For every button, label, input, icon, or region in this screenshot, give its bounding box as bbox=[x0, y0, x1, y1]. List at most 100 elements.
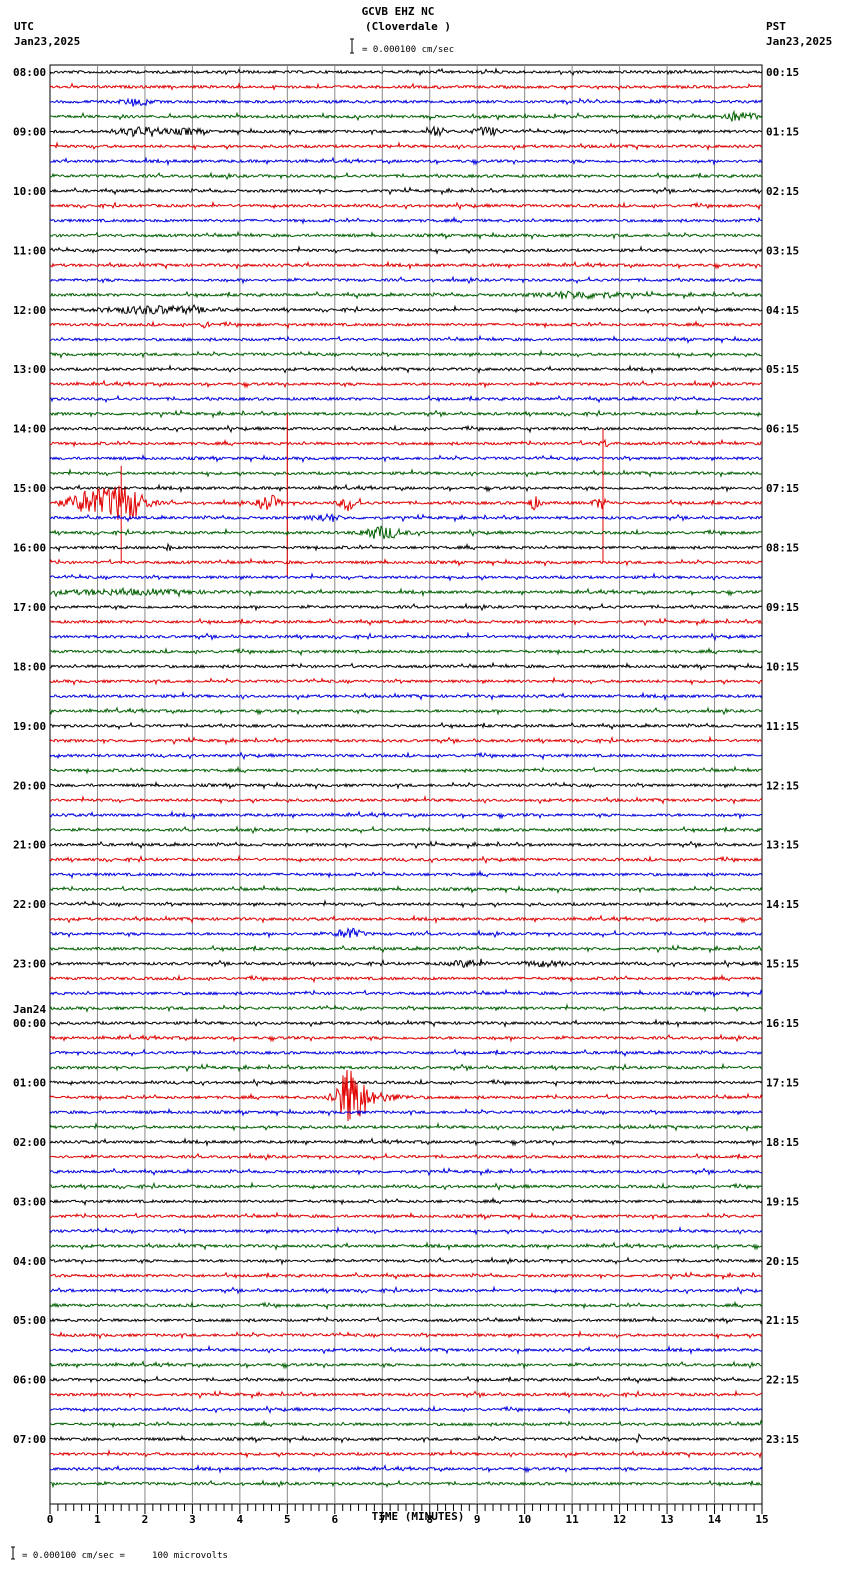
seismic-trace bbox=[49, 1241, 763, 1251]
utc-hour-label: 19:00 bbox=[13, 720, 46, 733]
utc-hour-label: 16:00 bbox=[13, 542, 46, 555]
utc-hour-label: 02:00 bbox=[13, 1136, 46, 1149]
seismic-trace bbox=[49, 1078, 763, 1088]
pst-hour-label: 13:15 bbox=[766, 839, 799, 852]
utc-hour-label: 03:00 bbox=[13, 1195, 46, 1208]
seismic-trace bbox=[49, 810, 763, 821]
seismic-trace bbox=[49, 97, 763, 107]
utc-hour-label: 06:00 bbox=[13, 1374, 46, 1387]
seismic-trace bbox=[49, 424, 763, 434]
seismic-trace bbox=[49, 706, 763, 716]
seismic-trace bbox=[49, 914, 763, 925]
seismic-trace bbox=[49, 230, 763, 241]
seismic-trace bbox=[49, 646, 763, 657]
x-tick-label: 6 bbox=[331, 1513, 338, 1526]
seismic-trace bbox=[49, 1033, 763, 1043]
seismic-trace bbox=[49, 958, 763, 969]
utc-hour-label: 00:00 bbox=[13, 1017, 46, 1030]
seismic-trace bbox=[49, 171, 763, 181]
pst-hour-label: 02:15 bbox=[766, 185, 799, 198]
seismic-trace bbox=[49, 408, 763, 419]
seismic-trace bbox=[49, 468, 763, 478]
seismic-trace bbox=[49, 973, 763, 984]
x-tick-label: 0 bbox=[47, 1513, 54, 1526]
seismic-trace bbox=[49, 334, 763, 344]
utc-hour-label: 07:00 bbox=[13, 1433, 46, 1446]
station-location: (Cloverdale ) bbox=[365, 20, 451, 33]
seismic-trace bbox=[49, 394, 763, 404]
pst-hour-label: 09:15 bbox=[766, 601, 799, 614]
pst-hour-label: 00:15 bbox=[766, 66, 799, 79]
pst-hour-label: 22:15 bbox=[766, 1374, 799, 1387]
seismic-trace bbox=[49, 721, 763, 731]
seismic-trace bbox=[49, 1003, 763, 1013]
pst-hour-label: 10:15 bbox=[766, 660, 799, 673]
seismic-trace bbox=[49, 156, 763, 167]
pst-hour-label: 05:15 bbox=[766, 363, 799, 376]
utc-hour-label: 14:00 bbox=[13, 423, 46, 436]
x-tick-label: 5 bbox=[284, 1513, 291, 1526]
seismic-trace bbox=[49, 1404, 763, 1415]
seismic-trace bbox=[49, 349, 762, 359]
seismic-trace bbox=[49, 1181, 763, 1192]
utc-hour-label: 04:00 bbox=[13, 1255, 46, 1268]
x-tick-label: 3 bbox=[189, 1513, 196, 1526]
utc-hour-label: 11:00 bbox=[13, 244, 46, 257]
utc-hour-label: 12:00 bbox=[13, 304, 46, 317]
seismic-trace bbox=[49, 1285, 763, 1296]
seismic-trace bbox=[49, 1048, 763, 1058]
utc-hour-label: 23:00 bbox=[13, 958, 46, 971]
x-axis-label: TIME (MINUTES) bbox=[372, 1510, 465, 1523]
x-tick-label: 14 bbox=[708, 1513, 722, 1526]
x-tick-label: 10 bbox=[518, 1513, 531, 1526]
seismic-trace bbox=[49, 260, 763, 271]
utc-hour-label: 17:00 bbox=[13, 601, 46, 614]
seismic-trace bbox=[49, 1196, 763, 1207]
scale-text: = 0.000100 cm/sec bbox=[362, 45, 454, 55]
seismic-trace bbox=[49, 453, 763, 464]
seismic-trace bbox=[49, 1464, 763, 1474]
seismic-trace bbox=[49, 557, 763, 568]
seismic-trace bbox=[49, 512, 763, 523]
pst-hour-label: 11:15 bbox=[766, 720, 799, 733]
pst-hour-label: 17:15 bbox=[766, 1076, 799, 1089]
seismic-trace bbox=[49, 141, 763, 152]
seismic-trace bbox=[49, 765, 763, 775]
seismic-trace bbox=[49, 1448, 763, 1459]
seismic-trace bbox=[49, 661, 763, 672]
seismic-trace bbox=[49, 1360, 763, 1370]
seismic-trace bbox=[49, 944, 763, 954]
seismic-trace bbox=[49, 1479, 763, 1489]
x-tick-label: 13 bbox=[660, 1513, 673, 1526]
utc-hour-label: 22:00 bbox=[13, 898, 46, 911]
pst-hour-label: 04:15 bbox=[766, 304, 799, 317]
pst-hour-label: 21:15 bbox=[766, 1314, 799, 1327]
utc-hour-label: 08:00 bbox=[13, 66, 46, 79]
x-tick-label: 1 bbox=[94, 1513, 101, 1526]
seismic-trace bbox=[49, 525, 763, 540]
pst-hour-label: 15:15 bbox=[766, 958, 799, 971]
pst-hour-label: 16:15 bbox=[766, 1017, 799, 1030]
seismic-trace bbox=[49, 379, 763, 389]
seismic-trace bbox=[49, 483, 763, 494]
seismic-trace bbox=[49, 215, 763, 225]
footer-scale-text: = 0.000100 cm/sec = 100 microvolts bbox=[22, 1551, 228, 1561]
seismic-trace bbox=[49, 82, 763, 91]
seismic-trace bbox=[49, 109, 763, 122]
seismic-trace bbox=[49, 676, 763, 686]
seismic-trace bbox=[49, 186, 763, 196]
seismic-trace bbox=[49, 899, 763, 909]
pst-hour-label: 19:15 bbox=[766, 1195, 799, 1208]
seismic-trace bbox=[49, 275, 763, 285]
left-timezone: UTC bbox=[14, 20, 34, 33]
seismic-trace bbox=[49, 1300, 763, 1311]
seismic-trace bbox=[49, 988, 763, 998]
utc-hour-label: 18:00 bbox=[13, 660, 46, 673]
seismic-trace bbox=[49, 1375, 763, 1385]
seismic-trace bbox=[49, 438, 763, 448]
right-date: Jan23,2025 bbox=[766, 35, 832, 48]
pst-hour-label: 18:15 bbox=[766, 1136, 799, 1149]
seismic-trace bbox=[49, 245, 763, 255]
utc-hour-label: 01:00 bbox=[13, 1076, 46, 1089]
seismic-trace bbox=[49, 825, 763, 835]
